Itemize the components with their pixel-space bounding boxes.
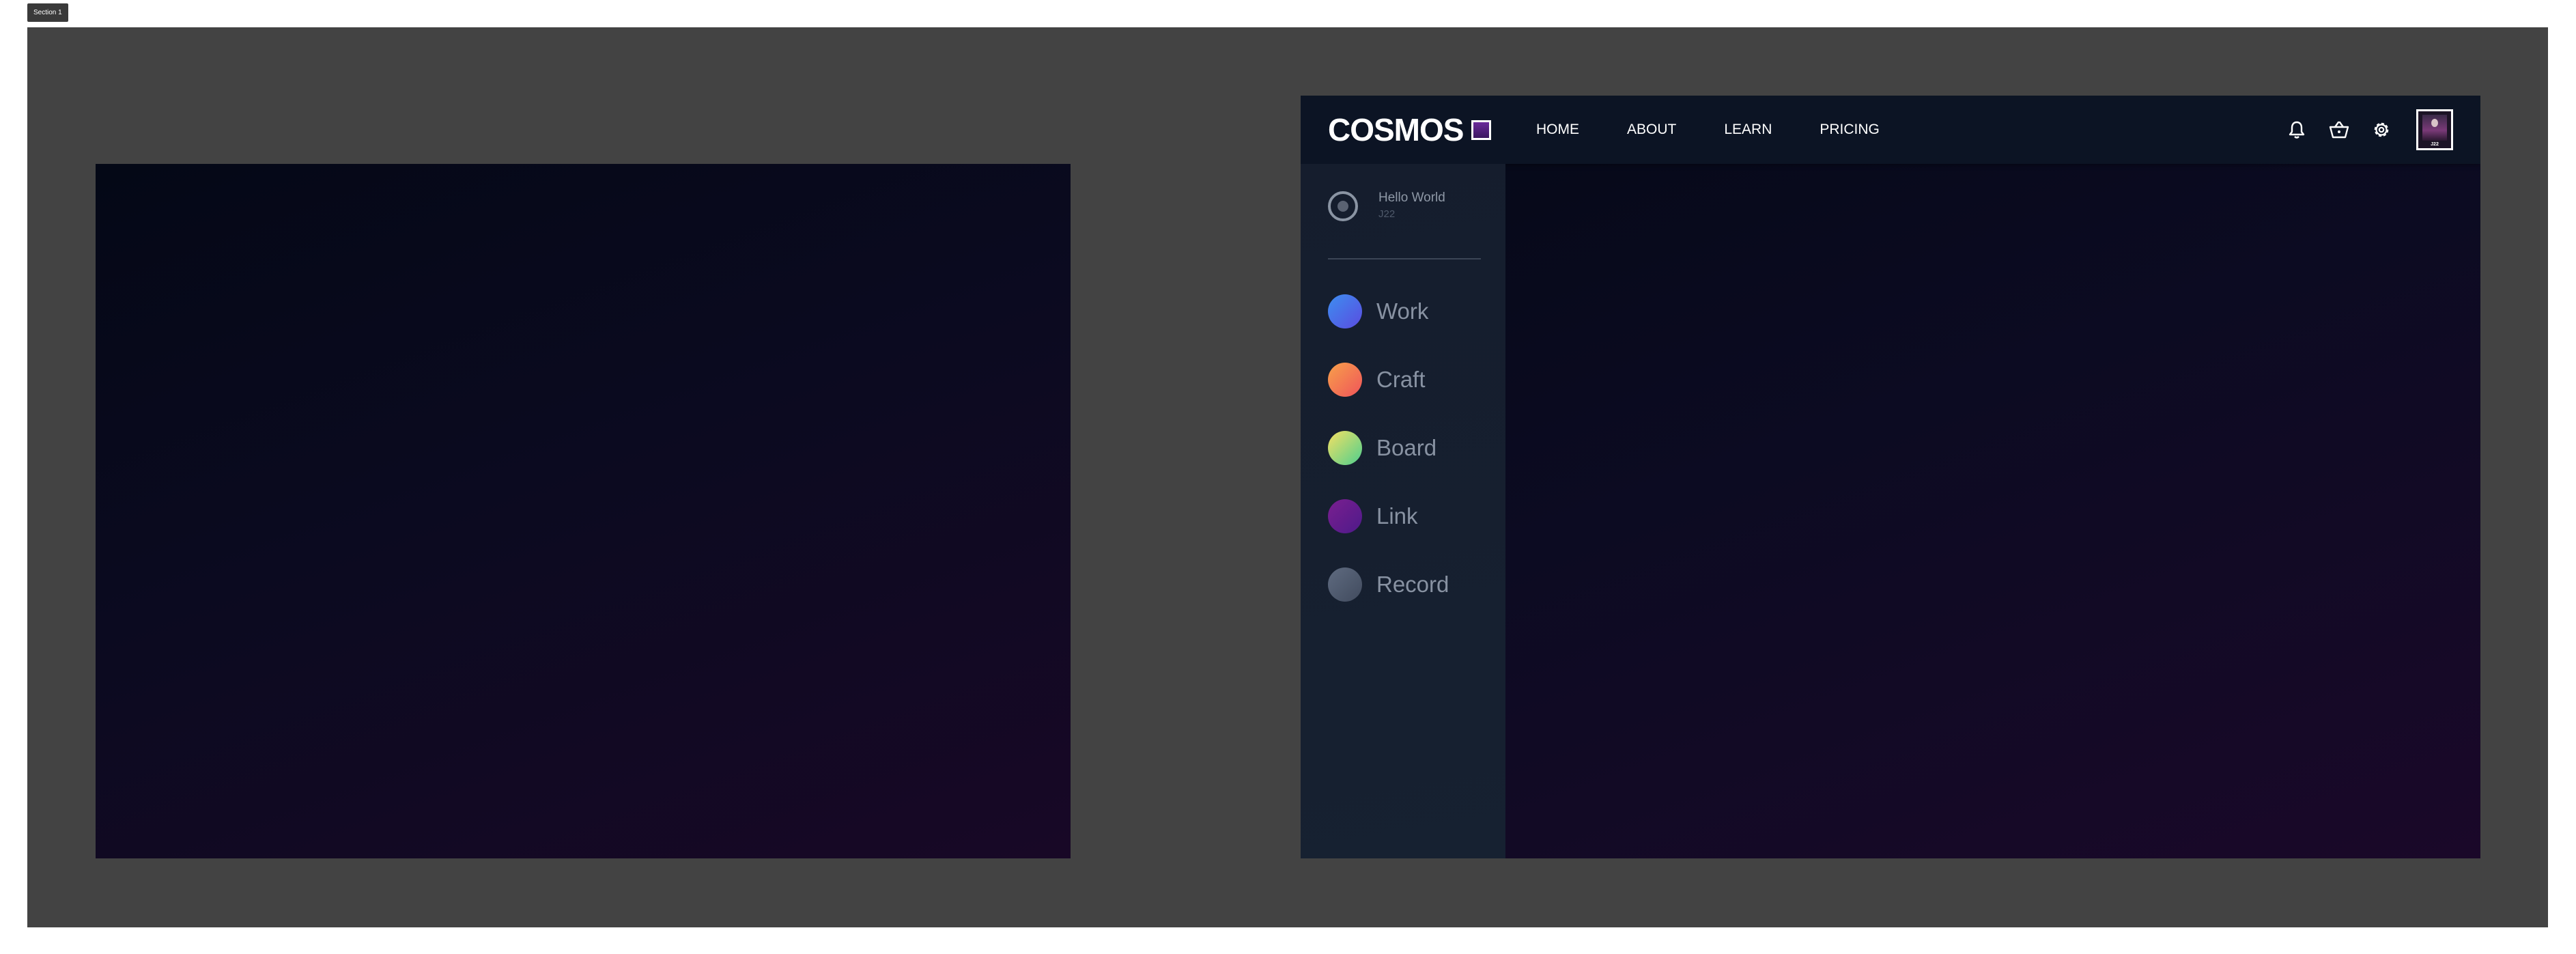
frame-blank-background xyxy=(96,164,1071,858)
sidebar-item-board[interactable]: Board xyxy=(1328,430,1449,466)
bell-icon[interactable] xyxy=(2285,118,2308,141)
sidebar-menu: Work Craft Board Link Record xyxy=(1328,294,1449,635)
link-dot-icon xyxy=(1328,499,1362,533)
sidebar-item-record[interactable]: Record xyxy=(1328,567,1449,602)
topbar-actions: J22 xyxy=(2266,96,2453,164)
profile-name: Hello World xyxy=(1378,191,1445,205)
avatar-label: J22 xyxy=(2431,142,2439,147)
record-dot-icon xyxy=(1328,567,1362,602)
profile-avatar-icon xyxy=(1328,191,1358,221)
board-dot-icon xyxy=(1328,431,1362,465)
sidebar-item-link[interactable]: Link xyxy=(1328,499,1449,534)
sidebar: Hello World J22 Work Craft Board Link Re… xyxy=(1301,164,1505,858)
nav-learn[interactable]: LEARN xyxy=(1724,122,1772,138)
sidebar-item-label: Link xyxy=(1376,503,1418,529)
nav-about[interactable]: ABOUT xyxy=(1627,122,1676,138)
basket-icon[interactable] xyxy=(2327,118,2351,141)
avatar-portrait xyxy=(2422,115,2447,141)
profile-text: Hello World J22 xyxy=(1378,190,1445,223)
work-dot-icon xyxy=(1328,294,1362,328)
profile-subtitle: J22 xyxy=(1378,208,1396,220)
top-navigation-bar: COSMOS HOME ABOUT LEARN PRICING J22 xyxy=(1301,96,2480,164)
sidebar-divider xyxy=(1328,258,1481,259)
nav-pricing[interactable]: PRICING xyxy=(1820,122,1880,138)
main-nav: HOME ABOUT LEARN PRICING xyxy=(1536,96,1927,164)
app-frame: COSMOS HOME ABOUT LEARN PRICING J22 Hell… xyxy=(1301,96,2480,858)
sidebar-item-label: Work xyxy=(1376,298,1429,324)
logo[interactable]: COSMOS xyxy=(1328,112,1492,148)
sidebar-item-label: Craft xyxy=(1376,367,1426,392)
sidebar-item-label: Board xyxy=(1376,435,1437,460)
sidebar-item-craft[interactable]: Craft xyxy=(1328,362,1449,397)
section-label: Section 1 xyxy=(27,3,68,22)
gear-icon[interactable] xyxy=(2370,118,2393,141)
logo-text: COSMOS xyxy=(1328,112,1464,148)
avatar[interactable]: J22 xyxy=(2416,109,2453,150)
sidebar-item-work[interactable]: Work xyxy=(1328,294,1449,329)
nav-home[interactable]: HOME xyxy=(1536,122,1579,138)
sidebar-item-label: Record xyxy=(1376,572,1449,597)
design-canvas: COSMOS HOME ABOUT LEARN PRICING J22 Hell… xyxy=(27,27,2548,927)
profile-block[interactable]: Hello World J22 xyxy=(1328,190,1445,223)
craft-dot-icon xyxy=(1328,363,1362,397)
logo-mark-icon xyxy=(1471,120,1492,140)
